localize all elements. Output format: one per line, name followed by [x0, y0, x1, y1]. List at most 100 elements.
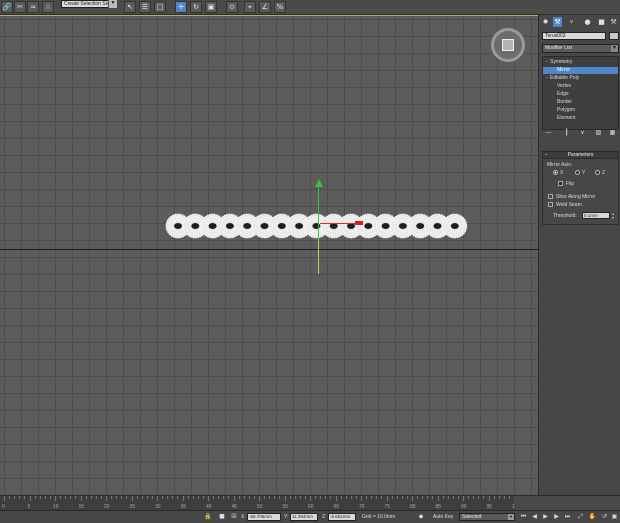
gizmo-z-axis[interactable]	[318, 234, 319, 274]
select-object-icon[interactable]: ↖	[124, 1, 136, 13]
threshold-input[interactable]: 0.1mm	[582, 212, 610, 219]
stack-item-editable-poly[interactable]: - Editable Poly	[543, 75, 618, 82]
rectangular-selection-icon[interactable]: □	[154, 1, 166, 13]
stack-item-element[interactable]: Element	[543, 115, 618, 122]
create-tab-icon[interactable]: ✹	[541, 17, 550, 27]
angle-snap-icon[interactable]: ∠	[259, 1, 271, 13]
chain-link-hole	[174, 223, 182, 229]
flip-checkbox[interactable]	[558, 181, 563, 186]
axis-x-radio[interactable]	[553, 170, 558, 175]
chain-mesh[interactable]	[164, 209, 475, 244]
stack-item-vertex[interactable]: Vertex	[543, 83, 618, 90]
selection-lock-icon[interactable]: 🔒	[204, 513, 212, 521]
chevron-down-icon[interactable]: ▼	[108, 0, 117, 8]
parameters-rollout-header[interactable]: - Parameters	[542, 151, 619, 159]
z-coord-field[interactable]: -6.662mm	[328, 513, 356, 521]
maximize-viewport-icon[interactable]: ▣	[610, 513, 619, 521]
axis-y-radio[interactable]	[575, 170, 580, 175]
selection-filter-icon[interactable]: ☆	[42, 1, 54, 13]
add-time-tag-icon[interactable]: ◆	[417, 513, 425, 521]
timeline-tick	[488, 496, 490, 501]
configure-modifier-sets-icon[interactable]: ▦	[608, 128, 617, 137]
object-color-swatch[interactable]	[609, 32, 619, 40]
isolate-icon[interactable]: ■	[218, 513, 226, 521]
gizmo-y-axis[interactable]	[318, 184, 319, 239]
remove-modifier-icon[interactable]: ▨	[594, 128, 603, 137]
hierarchy-tab-icon[interactable]: ⑂	[567, 17, 576, 27]
pan-view-icon[interactable]: ✋	[588, 513, 597, 521]
timeline-minor-tick	[401, 496, 403, 499]
x-coord-label: X:	[241, 514, 246, 520]
viewcube-icon[interactable]	[491, 28, 525, 62]
timeline-minor-tick	[274, 496, 276, 499]
unlink-icon[interactable]: ✂	[14, 1, 26, 13]
object-name-field[interactable]: Torus003	[542, 32, 606, 40]
gizmo-y-arrow-icon[interactable]	[315, 179, 323, 187]
timeline-minor-tick	[136, 496, 138, 499]
timeline-tick	[29, 496, 31, 501]
utilities-tab-icon[interactable]: ⚒	[609, 17, 618, 27]
orbit-icon[interactable]: ↺	[600, 513, 609, 521]
go-to-end-icon[interactable]: ⏭	[563, 513, 572, 521]
chevron-down-icon[interactable]: ▼	[508, 514, 514, 520]
stack-item-polygon[interactable]: Polygon	[543, 107, 618, 114]
pin-stack-icon[interactable]: ―	[544, 128, 553, 137]
timeline-minor-tick	[75, 496, 77, 499]
collapse-icon[interactable]: -	[545, 152, 547, 158]
threshold-spinner-icon[interactable]: ▴ ▾	[612, 212, 617, 220]
bind-space-warp-icon[interactable]: ≈	[27, 1, 39, 13]
go-to-start-icon[interactable]: ⏮	[519, 513, 528, 521]
stack-item-mirror[interactable]: Mirror	[543, 67, 618, 74]
weld-seam-checkbox[interactable]: ✓	[548, 202, 553, 207]
select-and-move-icon[interactable]: ✛	[175, 1, 187, 13]
parameters-rollout: Mirror Axis: X Y Z Flip ✓ Slice Along Mi…	[542, 160, 619, 225]
chain-link[interactable]	[442, 213, 468, 239]
make-unique-icon[interactable]: ∨	[578, 128, 587, 137]
timeline-minor-tick	[478, 496, 480, 499]
modifier-list-dropdown[interactable]: Modifier List ▼	[542, 44, 619, 53]
auto-key-button[interactable]: Auto Key	[433, 514, 453, 520]
timeline-minor-tick	[264, 496, 266, 499]
select-and-rotate-icon[interactable]: ↻	[190, 1, 202, 13]
y-coord-label: Y:	[284, 514, 289, 520]
stack-item-symmetry[interactable]: - Symmetry	[543, 59, 618, 66]
timeline-minor-tick	[162, 496, 164, 499]
gizmo-x-axis[interactable]	[320, 223, 360, 224]
select-and-scale-icon[interactable]: ▣	[205, 1, 217, 13]
previous-frame-icon[interactable]: ◀	[530, 513, 539, 521]
display-tab-icon[interactable]: ■	[597, 17, 606, 27]
main-toolbar: 🔗 ✂ ≈ ☆ Create Selection Se ▼ ↖ ☰ □ ✛ ↻ …	[0, 0, 620, 15]
motion-tab-icon[interactable]: ●	[583, 17, 592, 27]
link-icon[interactable]: 🔗	[1, 1, 13, 13]
slice-along-mirror-checkbox[interactable]: ✓	[548, 194, 553, 199]
timeline-tick	[437, 496, 439, 501]
stack-item-edge[interactable]: Edge	[543, 91, 618, 98]
absolute-mode-icon[interactable]: ☒	[230, 513, 238, 521]
next-frame-icon[interactable]: ▶	[552, 513, 561, 521]
timeline-minor-tick	[243, 496, 245, 499]
x-coord-field[interactable]: -66.705mm	[247, 513, 281, 521]
timeline-tick	[259, 496, 260, 501]
play-icon[interactable]: ▶	[541, 513, 550, 521]
modifier-stack[interactable]: - Symmetry Mirror - Editable Poly Vertex Edge B…	[542, 56, 619, 130]
track-bar[interactable]: 0510152025303540455055606570758085909510…	[0, 495, 620, 511]
snap-toggle-icon[interactable]: ⌖	[244, 1, 256, 13]
timeline-minor-tick	[121, 496, 123, 499]
modify-tab-icon[interactable]: ⚒	[553, 17, 562, 27]
timeline-tick	[310, 496, 311, 501]
select-by-name-icon[interactable]: ☰	[139, 1, 151, 13]
axis-z-radio[interactable]	[595, 170, 600, 175]
zoom-extents-icon[interactable]: ⤢	[576, 513, 585, 521]
use-pivot-icon[interactable]: ⊙	[226, 1, 238, 13]
chevron-down-icon[interactable]: ▼	[611, 45, 618, 52]
stack-item-border[interactable]: Border	[543, 99, 618, 106]
percent-snap-icon[interactable]: %	[274, 1, 286, 13]
key-filter-dropdown[interactable]: Selected ▼	[459, 513, 515, 521]
timeline-minor-tick	[253, 496, 255, 499]
y-coord-field[interactable]: 11.294mm	[290, 513, 318, 521]
viewcube-face[interactable]	[502, 39, 514, 51]
perspective-viewport[interactable]	[0, 15, 538, 495]
show-end-result-icon[interactable]: ┃	[562, 128, 571, 137]
gizmo-x-arrow-icon[interactable]	[355, 221, 363, 225]
timeline-minor-tick	[116, 496, 118, 499]
